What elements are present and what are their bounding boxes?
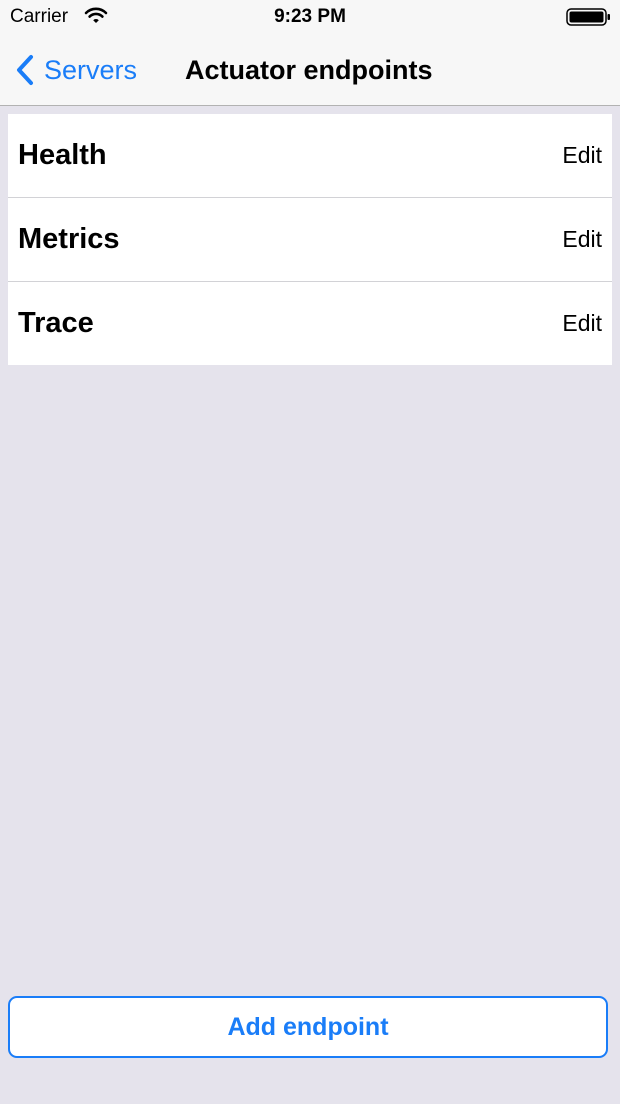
- endpoint-name: Trace: [18, 307, 94, 339]
- add-endpoint-button[interactable]: Add endpoint: [8, 996, 608, 1058]
- endpoint-row-trace[interactable]: Trace Edit: [8, 282, 612, 365]
- edit-button[interactable]: Edit: [562, 225, 602, 253]
- endpoint-row-health[interactable]: Health Edit: [8, 114, 612, 198]
- endpoint-list: Health Edit Metrics Edit Trace Edit: [8, 114, 612, 365]
- battery-icon: [566, 8, 610, 26]
- edit-button[interactable]: Edit: [562, 309, 602, 337]
- top-bar: Carrier 9:23 PM Servers Actuator endpoin…: [0, 0, 620, 106]
- chevron-left-icon: [17, 55, 33, 85]
- endpoint-name: Health: [18, 139, 107, 171]
- endpoint-row-metrics[interactable]: Metrics Edit: [8, 198, 612, 282]
- back-label: Servers: [44, 55, 138, 85]
- back-button[interactable]: Servers: [14, 52, 137, 88]
- edit-button[interactable]: Edit: [562, 141, 602, 169]
- status-time: 9:23 PM: [274, 6, 346, 27]
- endpoint-name: Metrics: [18, 223, 120, 255]
- navigation-bar: Servers Actuator endpoints: [0, 36, 620, 104]
- page-title: Actuator endpoints: [185, 55, 433, 85]
- status-bar: Carrier 9:23 PM: [0, 0, 620, 36]
